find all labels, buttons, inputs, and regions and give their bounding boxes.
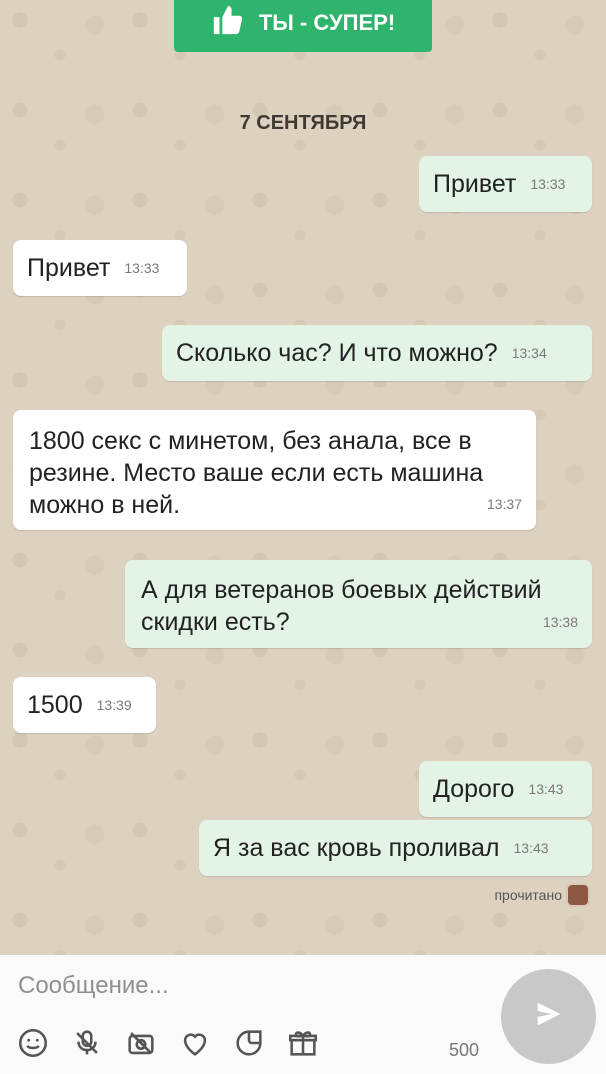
composer-toolbar: [14, 1023, 364, 1063]
outgoing-message[interactable]: Привет 13:33: [419, 156, 592, 212]
message-input[interactable]: Сообщение...: [18, 972, 438, 1000]
incoming-message[interactable]: 1800 секс с минетом, без анала, все в ре…: [13, 410, 536, 530]
outgoing-message[interactable]: А для ветеранов боевых действий скидки е…: [125, 560, 592, 648]
message-text: Дорого: [433, 775, 515, 803]
outgoing-message[interactable]: Дорого 13:43: [419, 761, 592, 817]
message-text: 1500: [27, 691, 83, 719]
send-button[interactable]: [501, 969, 596, 1064]
heart-icon[interactable]: [176, 1024, 214, 1062]
camera-off-icon[interactable]: [122, 1024, 160, 1062]
message-text: Привет: [433, 170, 517, 198]
super-button[interactable]: ТЫ - СУПЕР!: [174, 0, 432, 52]
message-text: Я за вас кровь проливал: [213, 834, 500, 862]
message-time: 13:38: [542, 614, 578, 630]
incoming-message[interactable]: 1500 13:39: [13, 677, 156, 733]
gift-icon[interactable]: [284, 1024, 322, 1062]
character-counter: 500: [449, 1040, 480, 1060]
read-status-label: прочитано: [494, 887, 562, 903]
message-time: 13:33: [124, 260, 160, 276]
message-time: 13:33: [530, 176, 566, 192]
avatar[interactable]: [566, 883, 590, 907]
message-text: Сколько час? И что можно?: [176, 339, 498, 367]
outgoing-message[interactable]: Сколько час? И что можно? 13:34: [162, 325, 592, 381]
mic-off-icon[interactable]: [68, 1024, 106, 1062]
message-text: Привет: [27, 254, 111, 282]
message-time: 13:43: [528, 781, 564, 797]
smiley-icon[interactable]: [14, 1024, 52, 1062]
thumbs-up-icon: [211, 3, 245, 43]
message-text: А для ветеранов боевых действий скидки е…: [141, 576, 542, 636]
send-icon: [532, 997, 566, 1036]
outgoing-message[interactable]: Я за вас кровь проливал 13:43: [199, 820, 592, 876]
incoming-message[interactable]: Привет 13:33: [13, 240, 187, 296]
message-time: 13:39: [96, 697, 132, 713]
message-time: 13:34: [511, 345, 547, 361]
read-status: прочитано: [494, 883, 590, 907]
super-button-label: ТЫ - СУПЕР!: [258, 10, 396, 35]
sticker-icon[interactable]: [230, 1024, 268, 1062]
message-time: 13:43: [513, 840, 549, 856]
date-chip: 7 СЕНТЯБРЯ: [239, 112, 367, 134]
message-text: 1800 секс с минетом, без анала, все в ре…: [29, 427, 484, 519]
message-time: 13:37: [486, 496, 522, 512]
